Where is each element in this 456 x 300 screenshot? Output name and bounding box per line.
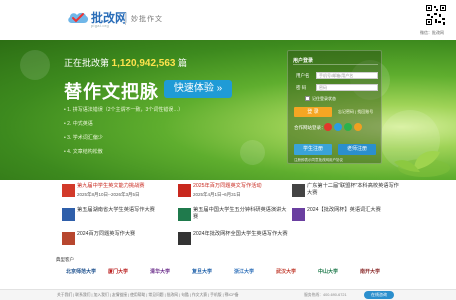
partner-logo[interactable]: 北京师范大学	[66, 265, 96, 279]
news-title[interactable]: 2024百万同题英写作大赛	[77, 231, 173, 238]
news-title[interactable]: 第五届中国大学生五分钟科研英语演讲大赛	[193, 207, 289, 220]
news-item[interactable]: 广东第十二届"联盟杯"本科高校英语写作大赛	[292, 182, 402, 204]
partners-label: 典型客户	[56, 257, 74, 262]
essay-counter: 正在批改第 1,120,942,563 篇	[64, 56, 187, 69]
partner-logo[interactable]: 清华大学	[150, 265, 170, 279]
quick-try-button[interactable]: 快速体验 »	[164, 80, 232, 98]
terms-text[interactable]: 注册即表示同意批改网用户协议	[294, 158, 343, 163]
weibo-icon[interactable]	[324, 123, 332, 131]
partner-logo[interactable]: 浙江大学	[234, 265, 254, 279]
wechat-icon[interactable]	[344, 123, 352, 131]
remember-label: 记住登录状态	[312, 96, 336, 101]
qq-icon[interactable]	[334, 123, 342, 131]
password-label: 密 码	[296, 85, 307, 90]
header-divider	[125, 13, 126, 25]
partner-logo[interactable]: 武汉大学	[276, 265, 296, 279]
counter-prefix: 正在批改第	[64, 58, 110, 68]
footer: 关于我们 | 联系我们 | 加入我们 | 友情链接 | 使用帮助 | 常见问题 …	[0, 289, 456, 300]
username-label: 用户名	[296, 73, 310, 78]
news-badge-icon	[292, 208, 305, 221]
password-input[interactable]: 密码	[316, 84, 378, 91]
news-badge-icon	[178, 208, 191, 221]
login-button[interactable]: 登 录	[294, 107, 332, 117]
partner-logo[interactable]: 南开大学	[360, 265, 380, 279]
news-badge-icon	[292, 184, 305, 197]
news-title[interactable]: 广东第十二届"联盟杯"本科高校英语写作大赛	[307, 183, 403, 196]
feature-item: 1. 拼写语法错误（2个主谓不一致，3个词性错误…）	[64, 107, 183, 121]
news-badge-icon	[62, 208, 75, 221]
login-divider	[293, 64, 378, 65]
news-badge-icon	[62, 232, 75, 245]
footer-hotline: 服务热线：400-690-6721	[304, 293, 347, 297]
teacher-register-button[interactable]: 老师注册	[338, 144, 376, 155]
news-title[interactable]: 第九届中学生英文能力挑战赛	[77, 183, 173, 190]
counter-value: 1,120,942,563	[111, 58, 176, 69]
slogan: 妙批作文	[131, 16, 163, 23]
username-input[interactable]: 手机号/邮箱/用户名	[316, 72, 378, 79]
news-item[interactable]: 2024百万同题英写作大赛	[62, 230, 172, 252]
logo-check-icon[interactable]	[67, 11, 89, 26]
feature-item: 2. 中式英语	[64, 121, 183, 135]
forgot-password-link[interactable]: 忘记密码 | 找回账号	[338, 109, 373, 115]
logo-subtext: pigai.org	[91, 23, 110, 28]
qr-code-icon	[425, 4, 447, 26]
news-title[interactable]: 2024年批改网杯全国大学生英语写作大赛	[193, 231, 289, 238]
news-item[interactable]: 第五届中国大学生五分钟科研英语演讲大赛	[178, 206, 288, 228]
partner-logo[interactable]: 复旦大学	[192, 265, 212, 279]
bokeh-light	[240, 140, 265, 165]
bokeh-light	[20, 50, 50, 80]
login-title: 用户登录	[293, 58, 314, 64]
counter-suffix: 篇	[178, 58, 188, 68]
partner-login-label: 合作网站登录：	[294, 125, 326, 130]
news-item[interactable]: 第九届中学生英文能力挑战赛 2025年8月10日--2026年3月5日	[62, 182, 172, 204]
online-chat-button[interactable]: 在线咨询	[364, 291, 394, 299]
news-item[interactable]: 第五届湖南省大学生英语写作大赛	[62, 206, 172, 228]
news-badge-icon	[178, 232, 191, 245]
student-register-button[interactable]: 学生注册	[294, 144, 332, 155]
news-item[interactable]: 2025年百万同题英文写作活动 2025年4月1日~6月31日	[178, 182, 288, 204]
news-badge-icon	[62, 184, 75, 197]
news-badge-icon	[178, 184, 191, 197]
footer-links[interactable]: 关于我们 | 联系我们 | 加入我们 | 友情链接 | 使用帮助 | 常见问题 …	[57, 293, 239, 298]
partner-logo[interactable]: 中山大学	[318, 265, 338, 279]
news-date: 2025年4月1日~6月31日	[193, 192, 241, 197]
news-title[interactable]: 2025年百万同题英文写作活动	[193, 183, 289, 190]
top-header: 批改网 pigai.org 妙批作文 微信：批改网	[0, 0, 456, 40]
feature-item: 4. 文章结构松散	[64, 149, 183, 163]
news-title[interactable]: 第五届湖南省大学生英语写作大赛	[77, 207, 173, 214]
partner-login-icons	[324, 123, 362, 131]
news-date: 2025年8月10日--2026年3月5日	[77, 192, 140, 197]
news-title[interactable]: 2024【批改网杯】英语词汇大赛	[307, 207, 403, 214]
renren-icon[interactable]	[354, 123, 362, 131]
news-item[interactable]: 2024年批改网杯全国大学生英语写作大赛	[178, 230, 288, 252]
remember-checkbox[interactable]	[305, 96, 310, 101]
leaf-icon	[394, 150, 450, 177]
news-item[interactable]: 2024【批改网杯】英语词汇大赛	[292, 206, 402, 228]
hero-headline: 替作文把脉	[64, 82, 159, 102]
qr-caption: 微信：批改网	[420, 30, 444, 35]
page: 批改网 pigai.org 妙批作文 微信：批改网 正在批改第 1,120,94…	[0, 0, 456, 300]
feature-item: 3. 学术词汇偏少	[64, 135, 183, 149]
partner-logo-strip: 北京师范大学 厦门大学 清华大学 复旦大学 浙江大学 武汉大学 中山大学 南开大…	[60, 265, 400, 283]
login-panel: 用户登录 用户名 手机号/邮箱/用户名 密 码 密码 记住登录状态 登 录 忘记…	[287, 50, 382, 164]
feature-list: 1. 拼写语法错误（2个主谓不一致，3个词性错误…） 2. 中式英语 3. 学术…	[64, 107, 183, 163]
partner-logo[interactable]: 厦门大学	[108, 265, 128, 279]
